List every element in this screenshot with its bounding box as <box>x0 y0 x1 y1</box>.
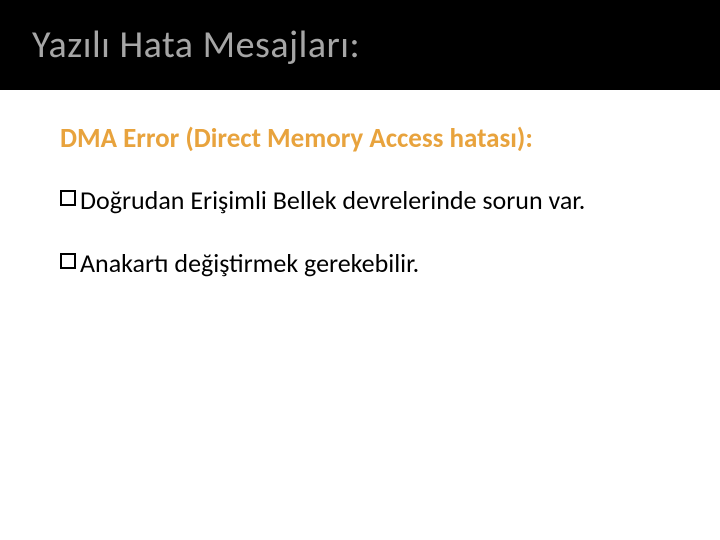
bullet-text: Anakartı değiştirmek gerekebilir. <box>80 246 419 281</box>
list-item: Doğrudan Erişimli Bellek devrelerinde so… <box>60 183 672 218</box>
list-item: Anakartı değiştirmek gerekebilir. <box>60 246 672 281</box>
bullet-square-icon <box>60 253 76 269</box>
section-heading: DMA Error (Direct Memory Access hatası): <box>60 122 672 155</box>
title-bar: Yazılı Hata Mesajları: <box>0 0 720 90</box>
content-area: DMA Error (Direct Memory Access hatası):… <box>0 90 720 281</box>
page-title: Yazılı Hata Mesajları: <box>32 22 360 68</box>
bullet-square-icon <box>60 190 76 206</box>
bullet-text: Doğrudan Erişimli Bellek devrelerinde so… <box>80 183 585 218</box>
